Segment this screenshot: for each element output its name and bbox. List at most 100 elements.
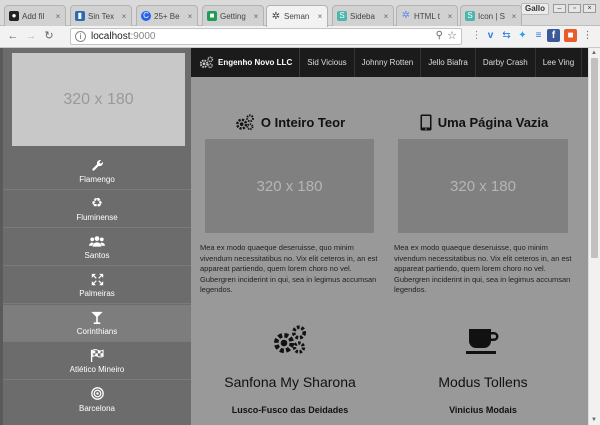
bookmark-star-icon[interactable]: ☆	[447, 29, 457, 42]
forward-arrow-icon[interactable]: →	[24, 29, 38, 43]
recycle-icon: ♻	[91, 195, 103, 210]
tab-7[interactable]: ✲ HTML t ×	[396, 5, 458, 26]
page-scrollbar[interactable]: ▲ ▼	[588, 48, 600, 425]
s-logo-icon: S	[337, 11, 347, 21]
sidebar-image-placeholder: 320 x 180	[12, 53, 185, 146]
gears-icon	[205, 325, 375, 355]
html-gear-icon: ✲	[401, 10, 411, 21]
sidebar-item-label: Barcelona	[78, 403, 116, 413]
c-logo-icon: C	[141, 11, 151, 21]
card-image-placeholder-2: 320 x 180	[398, 139, 568, 233]
sidebar-item-flamengo[interactable]: Flamengo	[3, 153, 191, 190]
maximize-icon[interactable]: ▫	[568, 4, 581, 13]
scroll-up-arrow-icon[interactable]: ▲	[591, 50, 597, 56]
feature-title-2: Modus Tollens	[438, 374, 528, 390]
tab-label: 25+ Be	[154, 11, 180, 21]
nav-link-darby-crash[interactable]: Darby Crash	[476, 48, 536, 77]
sidebar-item-corinthians[interactable]: Corinthians	[3, 305, 191, 342]
sidebar-item-atletico-mineiro[interactable]: Atlético Mineiro	[3, 343, 191, 380]
tab-label: Seman	[284, 12, 310, 21]
card-title-2: Uma Página Vazia	[398, 114, 570, 131]
wrench-icon	[91, 158, 104, 172]
sidebar-item-label: Flamengo	[79, 175, 115, 184]
tab-strip: ● Add fil × ▮ Sin Tex × C 25+ Be × ■ Get…	[0, 0, 600, 27]
tab-close-icon[interactable]: ×	[120, 12, 128, 21]
feature-subtitle-2: Vinicius Modais	[449, 405, 517, 415]
sidebar-item-label: Santos	[84, 251, 110, 260]
users-icon	[89, 234, 105, 248]
browser-toolbar: ← → ↻ i localhost:9000 ⚲ ☆ ⋮ v ⇆ ✦ ≡ f ■…	[0, 26, 600, 48]
brand-name: Engenho Novo LLC	[218, 58, 293, 67]
tab-label: HTML t	[414, 11, 440, 21]
tab-2[interactable]: ▮ Sin Tex ×	[70, 5, 132, 26]
feature-subtitle-1: Lusco-Fusco das Deidades	[231, 405, 349, 415]
tab-close-icon[interactable]: ×	[446, 12, 454, 21]
nav-link-sid-vicious[interactable]: Sid Vicious	[300, 48, 355, 77]
tab-6[interactable]: S Sideba ×	[332, 5, 394, 26]
gears-icon	[235, 114, 254, 131]
facebook-icon[interactable]: f	[547, 29, 560, 42]
url-text: localhost:9000	[91, 31, 156, 42]
s-logo-icon: S	[465, 11, 475, 21]
coffee-icon	[398, 327, 568, 355]
gears-icon	[199, 56, 214, 69]
tab-3[interactable]: C 25+ Be ×	[136, 5, 198, 26]
flag-checkered-icon	[90, 348, 104, 362]
tab-5-active[interactable]: ✲ Seman ×	[266, 5, 328, 27]
brand-link[interactable]: Engenho Novo LLC	[191, 48, 301, 77]
zoom-icon[interactable]: ⚲	[436, 30, 443, 41]
tab-label: Icon | S	[478, 11, 505, 21]
tab-close-icon[interactable]: ×	[54, 12, 62, 21]
tab-label: Sideba	[350, 11, 375, 21]
bookmark-icon: ▮	[75, 11, 85, 21]
info-icon[interactable]: i	[75, 31, 86, 42]
card-text-2: Mea ex modo quaeque deseruisse, quo mini…	[394, 243, 572, 294]
buffer-icon[interactable]: ≡	[532, 29, 545, 42]
back-arrow-icon[interactable]: ←	[6, 29, 20, 43]
profile-button[interactable]: Gallo	[521, 3, 549, 15]
twitter-icon[interactable]: ✦	[516, 29, 529, 42]
vimeo-icon[interactable]: v	[484, 29, 497, 42]
scroll-down-arrow-icon[interactable]: ▼	[591, 417, 597, 423]
tab-close-icon[interactable]: ×	[382, 12, 390, 21]
tab-close-icon[interactable]: ×	[186, 12, 194, 21]
github-icon: ●	[9, 11, 19, 21]
tab-8[interactable]: S Icon | S ×	[460, 5, 522, 26]
semantic-gear-icon: ✲	[271, 10, 281, 22]
close-window-icon[interactable]: ×	[583, 4, 596, 13]
top-menu: Engenho Novo LLC Sid Vicious Johnny Rott…	[191, 48, 588, 77]
reload-icon[interactable]: ↻	[42, 29, 56, 43]
tab-label: Add fil	[22, 11, 45, 21]
sidebar-item-fluminense[interactable]: ♻ Fluminense	[3, 191, 191, 228]
card-image-placeholder-1: 320 x 180	[205, 139, 374, 233]
cocktail-icon	[91, 310, 103, 324]
semantic-ui-icon: ■	[207, 11, 217, 21]
nav-link-johnny-rotten[interactable]: Johnny Rotten	[355, 48, 422, 77]
main-content: O Inteiro Teor 320 x 180 Mea ex modo qua…	[191, 77, 588, 425]
sidebar-item-label: Atlético Mineiro	[69, 365, 125, 374]
minimize-icon[interactable]: –	[553, 4, 566, 13]
page-viewport: 320 x 180 Flamengo ♻ Fluminense Santos P…	[0, 48, 600, 425]
sidebar-item-label: Corinthians	[76, 327, 118, 336]
share-icon[interactable]: ⇆	[500, 29, 513, 42]
expand-icon	[91, 272, 104, 286]
tab-label: Getting	[220, 11, 246, 21]
address-bar[interactable]: i localhost:9000 ⚲ ☆	[70, 28, 462, 45]
nav-link-lee-ving[interactable]: Lee Ving	[536, 48, 583, 77]
sidebar-item-santos[interactable]: Santos	[3, 229, 191, 266]
sidebar-item-barcelona[interactable]: Barcelona	[3, 381, 191, 418]
extension-icon[interactable]: ■	[564, 29, 577, 42]
scrollbar-thumb[interactable]	[591, 58, 598, 258]
sidebar-item-label: Fluminense	[76, 213, 118, 222]
tab-4[interactable]: ■ Getting ×	[202, 5, 264, 26]
tablet-icon	[420, 114, 432, 131]
sidebar-item-palmeiras[interactable]: Palmeiras	[3, 267, 191, 304]
card-title-1: O Inteiro Teor	[205, 114, 375, 131]
extension-menu-icon[interactable]: ⋮	[470, 29, 483, 42]
menu-icon[interactable]: ⋮	[581, 29, 594, 42]
tab-close-icon[interactable]: ×	[316, 12, 324, 21]
nav-link-jello-biafra[interactable]: Jello Biafra	[421, 48, 476, 77]
tab-1[interactable]: ● Add fil ×	[4, 5, 66, 26]
tab-close-icon[interactable]: ×	[252, 12, 260, 21]
tab-close-icon[interactable]: ×	[510, 12, 518, 21]
